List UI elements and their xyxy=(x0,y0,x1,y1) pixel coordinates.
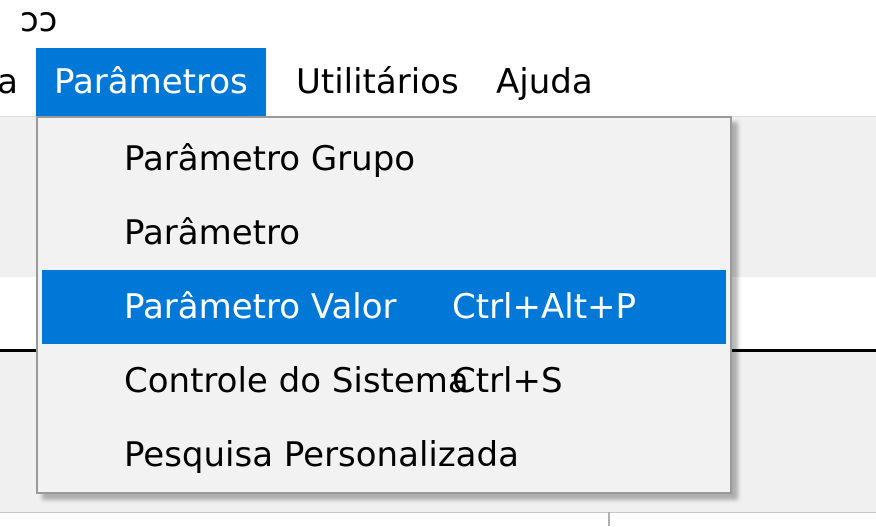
menu-option-parametro-valor[interactable]: Parâmetro Valor Ctrl+Alt+P xyxy=(42,270,726,344)
menu-bar: a Parâmetros Utilitários Ajuda xyxy=(0,48,876,116)
menu-option-label: Controle do Sistema xyxy=(124,361,469,401)
menu-item-cut-off[interactable]: a xyxy=(0,48,18,116)
menu-option-shortcut: Ctrl+S xyxy=(452,361,563,401)
menu-parametros[interactable]: Parâmetros xyxy=(36,48,266,116)
menu-item-cut-off-label: a xyxy=(0,62,18,102)
menu-option-parametro-grupo[interactable]: Parâmetro Grupo xyxy=(42,122,726,196)
menu-option-pesquisa-personalizada[interactable]: Pesquisa Personalizada xyxy=(42,418,726,492)
menu-option-parametro[interactable]: Parâmetro xyxy=(42,196,726,270)
menu-ajuda[interactable]: Ajuda xyxy=(478,48,611,116)
menu-option-label: Parâmetro Valor xyxy=(124,287,397,327)
status-divider xyxy=(608,512,610,526)
menu-option-label: Parâmetro xyxy=(124,213,301,253)
menu-option-label: Parâmetro Grupo xyxy=(124,139,416,179)
menu-utilitarios[interactable]: Utilitários xyxy=(278,48,477,116)
menu-option-controle-do-sistema[interactable]: Controle do Sistema Ctrl+S xyxy=(42,344,726,418)
menu-option-shortcut: Ctrl+Alt+P xyxy=(452,287,637,327)
window-title-fragment: ɔɔ xyxy=(20,0,58,40)
status-strip xyxy=(0,512,876,527)
parametros-dropdown-menu: Parâmetro Grupo Parâmetro Parâmetro Valo… xyxy=(36,116,732,494)
menu-option-label: Pesquisa Personalizada xyxy=(124,435,519,475)
